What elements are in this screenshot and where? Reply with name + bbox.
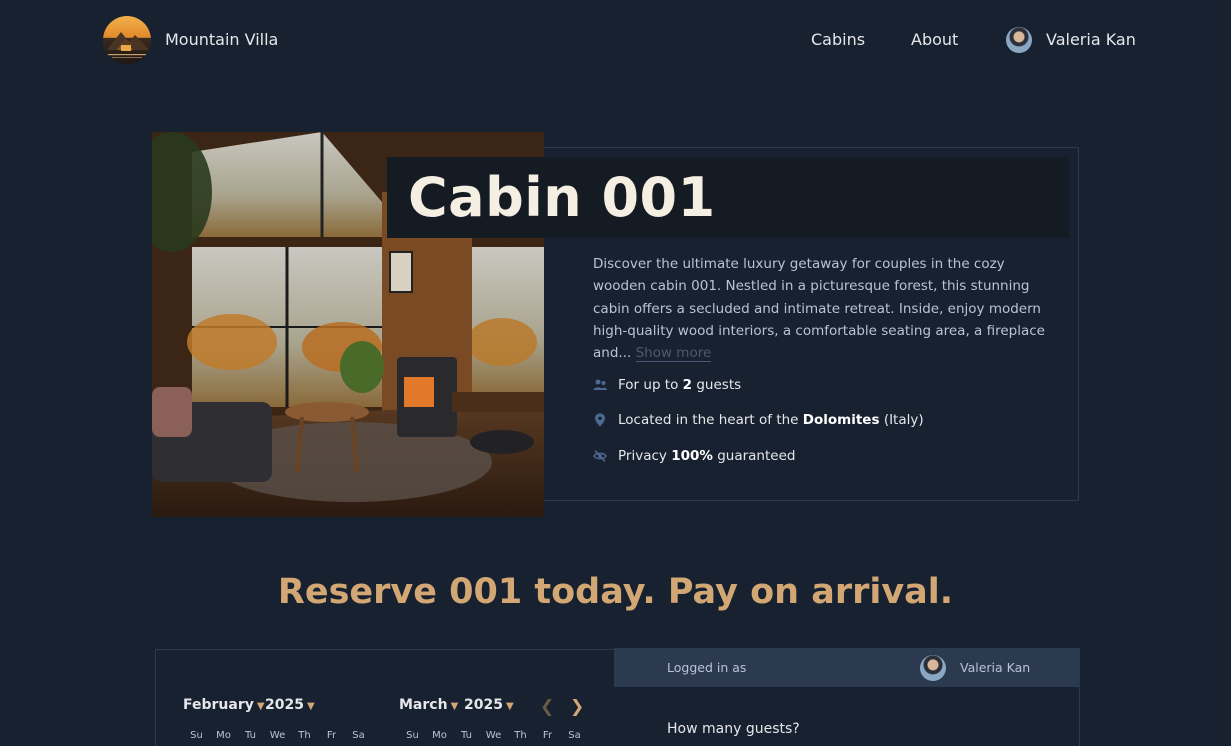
site-header: Mountain Villa Cabins About Valeria Kan: [0, 0, 1231, 80]
eye-slash-icon: [593, 449, 607, 463]
year-label: 2025: [265, 697, 304, 713]
month-label: March: [399, 697, 448, 713]
guests-question: How many guests?: [667, 721, 800, 737]
weekday-label: Fr: [326, 730, 337, 741]
weekday-label: Tu: [461, 730, 472, 741]
reserve-heading: Reserve 001 today. Pay on arrival.: [277, 572, 954, 612]
chevron-down-icon: ▼: [306, 701, 315, 712]
weekday-label: We: [485, 730, 502, 741]
location-prefix: Located in the heart of the: [618, 412, 799, 428]
show-more-link[interactable]: Show more: [635, 345, 712, 363]
weekday-label: Su: [190, 730, 203, 741]
month-select-feb[interactable]: February ▼: [183, 697, 265, 713]
year-label: 2025: [464, 697, 503, 713]
year-select-feb[interactable]: 2025 ▼: [265, 697, 315, 713]
weekday-label: Tu: [245, 730, 256, 741]
weekday-label: Mo: [432, 730, 447, 741]
prev-month-button[interactable]: ❮: [540, 697, 554, 717]
login-user-name: Valeria Kan: [960, 660, 1031, 675]
chevron-down-icon: ▼: [256, 701, 265, 712]
nav-cabins[interactable]: Cabins: [811, 30, 865, 49]
cabin-title: Cabin 001: [408, 166, 716, 229]
avatar: [1006, 27, 1032, 53]
location-value: Dolomites: [802, 412, 880, 428]
users-icon: [593, 379, 607, 390]
location-suffix: (Italy): [883, 412, 924, 428]
logo[interactable]: [103, 16, 151, 64]
user-menu[interactable]: Valeria Kan: [1006, 27, 1136, 54]
weekday-label: Su: [406, 730, 419, 741]
map-pin-icon: [595, 413, 605, 427]
weekday-label: We: [269, 730, 286, 741]
weekday-label: Sa: [352, 730, 365, 741]
nav-about[interactable]: About: [911, 30, 958, 49]
weekday-label: Mo: [216, 730, 231, 741]
privacy-value: 100%: [671, 448, 713, 464]
privacy-prefix: Privacy: [618, 448, 667, 464]
month-select-mar[interactable]: March ▼: [399, 697, 458, 713]
logged-in-label: Logged in as: [667, 660, 747, 675]
weekday-label: Fr: [542, 730, 553, 741]
next-month-button[interactable]: ❯: [570, 697, 584, 717]
guests-prefix: For up to: [618, 377, 679, 393]
avatar: [920, 655, 946, 681]
user-name: Valeria Kan: [1046, 30, 1136, 49]
weekday-label: Th: [298, 730, 311, 741]
chevron-down-icon: ▼: [450, 701, 459, 712]
weekday-label: Sa: [568, 730, 581, 741]
brand-name: Mountain Villa: [165, 30, 279, 49]
cabin-description: Discover the ultimate luxury getaway for…: [593, 253, 1053, 364]
weekday-label: Th: [514, 730, 527, 741]
guests-suffix: guests: [696, 377, 742, 393]
year-select-mar[interactable]: 2025 ▼: [464, 697, 514, 713]
guests-value: 2: [682, 377, 693, 393]
month-label: February: [183, 697, 254, 713]
chevron-down-icon: ▼: [505, 701, 514, 712]
privacy-suffix: guaranteed: [717, 448, 796, 464]
